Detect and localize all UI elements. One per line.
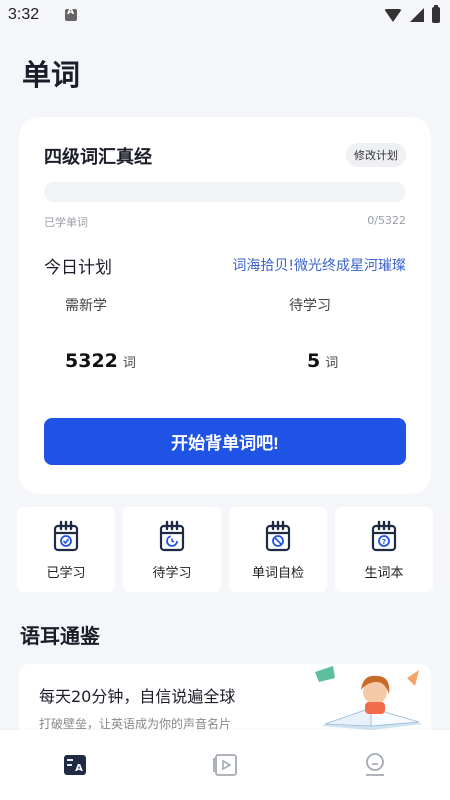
quick-action-label: 生词本 (364, 566, 404, 581)
quick-action-learned[interactable]: 已学习 (17, 507, 115, 592)
learning-progress-bar (44, 182, 406, 202)
start-studying-button[interactable]: 开始背单词吧! (44, 418, 406, 465)
quick-action-label: 单词自检 (251, 566, 304, 581)
calendar-check-icon (53, 520, 79, 552)
svg-text:A: A (75, 763, 83, 774)
quick-action-self-check[interactable]: 单词自检 (229, 507, 327, 592)
course-banner[interactable]: 每天20分钟，自信说遍全球 打破壁垒，让英语成为你的声音名片 (19, 664, 431, 730)
pending-words-stat: 5 词 (307, 350, 338, 372)
banner-title: 每天20分钟，自信说遍全球 (39, 687, 236, 706)
quick-action-pending[interactable]: 待学习 (123, 507, 221, 592)
quick-action-label: 已学习 (46, 566, 86, 581)
book-title: 四级词汇真经 (44, 147, 152, 168)
pending-words-count: 5 (307, 350, 321, 372)
status-time: 3:32 (8, 6, 40, 23)
nav-tab-vocabulary[interactable]: A (45, 745, 105, 785)
profile-tab-icon (366, 753, 384, 776)
quick-action-vocab-book[interactable]: ? 生词本 (335, 507, 433, 592)
edit-plan-button[interactable]: 修改计划 (346, 143, 406, 167)
quick-action-label: 待学习 (152, 566, 192, 581)
banner-subtitle: 打破壁垒，让英语成为你的声音名片 (39, 717, 232, 730)
quick-actions: 已学习 待学习 单词自检 ? 生词本 (17, 507, 433, 592)
wifi-icon (384, 8, 402, 22)
bottom-navigation: A (0, 730, 450, 800)
sim-notification-icon (65, 7, 78, 21)
study-plan-card: 四级词汇真经 修改计划 已学单词 0/5322 今日计划 词海拾贝!微光终成星河… (19, 117, 431, 494)
calendar-question-icon: ? (371, 520, 397, 552)
pending-words-unit: 词 (325, 356, 339, 371)
new-words-label: 需新学 (65, 298, 107, 314)
learned-words-count: 0/5322 (367, 214, 406, 227)
new-words-count: 5322 (65, 350, 118, 372)
cell-signal-icon (410, 8, 424, 22)
nav-tab-profile[interactable] (345, 745, 405, 785)
nav-tab-video[interactable] (195, 745, 255, 785)
learned-words-label: 已学单词 (44, 216, 88, 229)
new-words-stat: 5322 词 (65, 350, 136, 372)
status-bar: 3:32 (0, 0, 450, 30)
calendar-self-check-icon (265, 520, 291, 552)
video-tab-icon (213, 754, 237, 776)
page-title: 单词 (22, 58, 81, 92)
reading-girl-illustration (315, 666, 423, 730)
battery-icon (432, 5, 440, 23)
today-plan-label: 今日计划 (44, 258, 112, 278)
svg-text:?: ? (382, 538, 386, 546)
new-words-unit: 词 (122, 356, 136, 371)
section-title: 语耳通鉴 (20, 624, 100, 648)
pending-words-label: 待学习 (289, 298, 331, 314)
vocabulary-tab-icon: A (64, 755, 86, 775)
plan-slogan: 词海拾贝!微光终成星河璀璨 (232, 258, 406, 274)
status-icons (384, 5, 440, 23)
calendar-clock-icon (159, 520, 185, 552)
